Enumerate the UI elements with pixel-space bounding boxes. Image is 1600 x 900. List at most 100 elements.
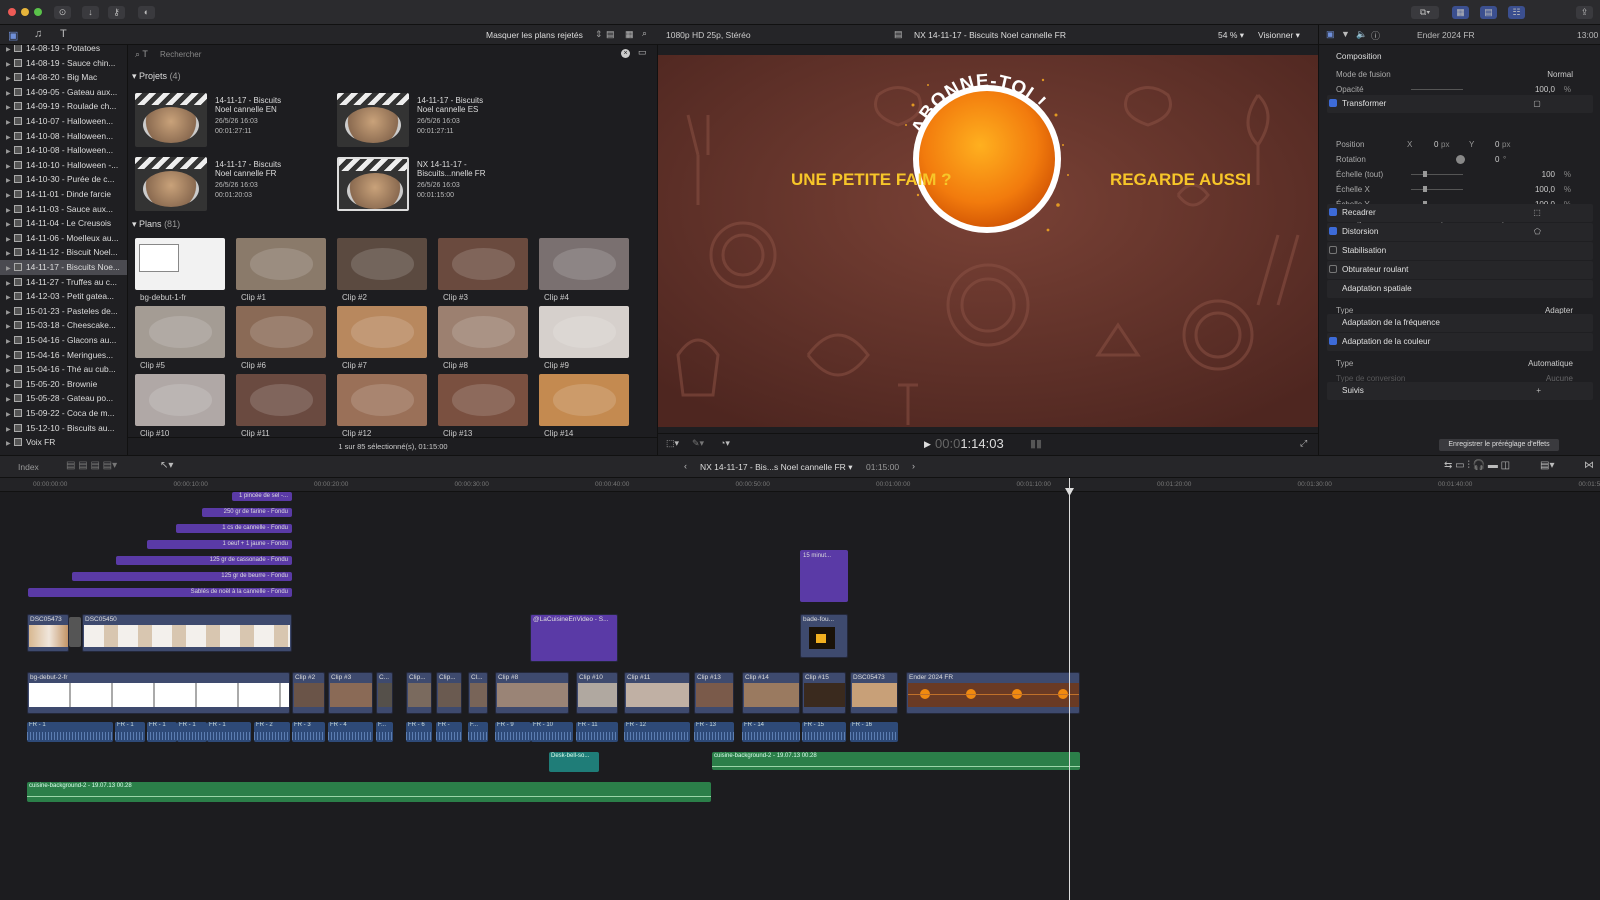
select-tool-icon[interactable]: ↖▾ [160,460,173,471]
primary-storyline-clip[interactable]: bg-debut-2-fr [27,672,290,714]
view-menu[interactable]: Visionner ▾ [1258,30,1300,41]
library-event-item[interactable]: ▶ 15-03-18 - Cheescake... [0,318,127,333]
snapping-icon[interactable]: ⋈ [1584,460,1594,471]
timeline-project-menu[interactable]: NX 14-11-17 - Bis...s Noel cannelle FR ▾ [700,462,852,473]
clip-thumbnail[interactable] [236,238,326,290]
position-row[interactable]: Position X 0 px Y 0 px [1319,137,1600,152]
connected-video-clip[interactable]: bade-fou... [800,614,848,658]
color-inspector-icon[interactable]: ▼ [1341,29,1350,39]
disclosure-triangle-icon[interactable]: ▶ [6,45,14,56]
transform-tool-icon[interactable]: ⬚▾ [666,438,679,449]
info-icon[interactable]: ⓘ [1371,29,1380,42]
clip-thumbnail[interactable] [337,374,427,426]
primary-storyline-clip[interactable]: Clip #8 [495,672,569,714]
save-effects-preset-button[interactable]: Enregistrer le préréglage d'effets [1439,439,1559,451]
library-event-item[interactable]: ▶ 14-11-01 - Dinde farcie [0,187,127,202]
checkbox[interactable] [1329,246,1337,254]
checkbox[interactable] [1329,208,1337,216]
disclosure-triangle-icon[interactable]: ▶ [6,58,14,71]
clip-thumbnail[interactable] [236,374,326,426]
music-clip[interactable]: cuisine-background-2 - 19.07.13 00.28 [712,752,1080,770]
library-event-item[interactable]: ▶ 15-04-16 - Meringues... [0,348,127,363]
disclosure-triangle-icon[interactable]: ▶ [6,87,14,100]
clip-thumbnail[interactable] [337,306,427,358]
disclosure-triangle-icon[interactable]: ▶ [6,350,14,363]
library-event-item[interactable]: ▶ 14-11-03 - Sauce aux... [0,202,127,217]
project-thumbnail[interactable] [337,157,409,211]
project-thumbnail[interactable] [135,157,207,211]
connected-title-clip[interactable]: @LaCuisineEnVideo - S... [530,614,618,662]
audio-clip[interactable]: FR - 1 [207,722,251,742]
video-inspector-icon[interactable]: ▣ [1326,29,1335,40]
blend-mode-row[interactable]: Mode de fusion Normal [1319,67,1600,82]
plans-section-header[interactable]: ▾ Plans (81) [132,219,180,230]
back-arrow-icon[interactable]: ‹ [684,461,687,471]
filter-menu[interactable]: Masquer les plans rejetés [486,30,583,40]
timeline-toggle-button[interactable]: ▤ [1480,6,1497,19]
disclosure-triangle-icon[interactable]: ▶ [6,262,14,275]
project-thumbnail[interactable] [337,93,409,147]
primary-storyline-clip[interactable]: Clip... [436,672,462,714]
primary-storyline-clip[interactable]: Clip #10 [576,672,618,714]
library-event-item[interactable]: ▶ 14-08-19 - Potatoes [0,45,127,56]
library-event-item[interactable]: ▶ Voix FR [0,435,127,450]
primary-storyline-clip[interactable]: Clip #11 [624,672,690,714]
library-event-item[interactable]: ▶ 14-10-08 - Halloween... [0,143,127,158]
import-button[interactable]: ⊙ [54,6,71,19]
trim-tool-icon[interactable]: ✎▾ [692,438,704,449]
library-event-item[interactable]: ▶ 14-09-19 - Roulade ch... [0,99,127,114]
disclosure-triangle-icon[interactable]: ▶ [6,116,14,129]
clip-thumbnail[interactable] [135,374,225,426]
library-event-item[interactable]: ▶ 14-10-30 - Purée de c... [0,172,127,187]
search-icon[interactable]: ⌕ [642,28,647,39]
close-window-button[interactable] [8,8,16,16]
background-tasks-icon[interactable]: ◐ [138,6,155,19]
title-clip[interactable]: 1 pincée de sel -... [232,492,292,501]
primary-storyline-clip[interactable]: Clip #3 [328,672,373,714]
clip-thumbnail[interactable] [539,306,629,358]
zoom-menu[interactable]: 54 % ▾ [1218,30,1244,41]
library-event-item[interactable]: ▶ 15-04-16 - Glacons au... [0,333,127,348]
primary-storyline-clip[interactable]: Ender 2024 FR [906,672,1080,714]
zoom-window-button[interactable] [34,8,42,16]
timecode-display[interactable]: 00:01:14:03 [935,436,1004,451]
disclosure-triangle-icon[interactable]: ▶ [6,131,14,144]
library-icon[interactable]: ▣ [8,29,18,42]
slider-knob[interactable] [1423,171,1427,177]
audio-clip[interactable]: FR - [436,722,462,742]
speed-icon[interactable]: ◔▾ [720,438,730,449]
primary-storyline-clip[interactable]: Clip... [406,672,432,714]
clip-thumbnail[interactable] [236,306,326,358]
add-tracker-icon[interactable]: + [1536,382,1541,400]
disclosure-triangle-icon[interactable]: ▶ [6,101,14,114]
audio-clip[interactable]: FR - 12 [624,722,690,742]
library-event-item[interactable]: ▶ 14-11-27 - Truffes au c... [0,275,127,290]
library-event-item[interactable]: ▶ 14-11-12 - Biscuit Noel... [0,245,127,260]
disclosure-triangle-icon[interactable]: ▶ [6,393,14,406]
search-input[interactable]: Rechercher [160,50,201,59]
x-value[interactable]: 0 [1434,137,1438,152]
fullscreen-icon[interactable]: ⤢ [1300,438,1307,449]
audio-clip[interactable]: FR - 1 [147,722,177,742]
disclosure-triangle-icon[interactable]: ▶ [6,189,14,202]
spatial-conform-section[interactable]: Adaptation spatiale [1327,280,1593,298]
library-event-item[interactable]: ▶ 14-12-03 - Petit gatea... [0,289,127,304]
audio-clip[interactable]: FR - 10 [531,722,573,742]
photos-icon[interactable]: ♫ [34,28,42,40]
primary-storyline-clip[interactable]: DSC05473 [850,672,898,714]
library-event-item[interactable]: ▶ 14-08-20 - Big Mac [0,70,127,85]
color-type-row[interactable]: Type Automatique [1319,356,1600,371]
video-canvas[interactable]: ABONNE-TOI ! UNE PETITE FAIM ? REGARDE A… [658,55,1318,427]
audio-inspector-icon[interactable]: 🔈 [1356,29,1367,40]
library-event-item[interactable]: ▶ 15-09-22 - Coca de m... [0,406,127,421]
timeline-ruler[interactable]: 00:00:00:00 00:00:10:00 00:00:20:00 00:00:3… [0,478,1600,492]
disclosure-triangle-icon[interactable]: ▶ [6,408,14,421]
key-icon[interactable]: ⚷ [108,6,125,19]
transition-marker[interactable] [69,617,81,647]
distort-onscreen-icon[interactable]: ⬠ [1534,223,1541,241]
title-clip[interactable]: 15 minut... [800,550,848,602]
edit-buttons[interactable]: ▤ ▤ ▤ ▤▾ [66,460,117,471]
rotation-dial[interactable] [1456,155,1465,164]
audio-clip[interactable]: FR - 11 [576,722,618,742]
stabilization-section[interactable]: Stabilisation [1327,242,1593,260]
